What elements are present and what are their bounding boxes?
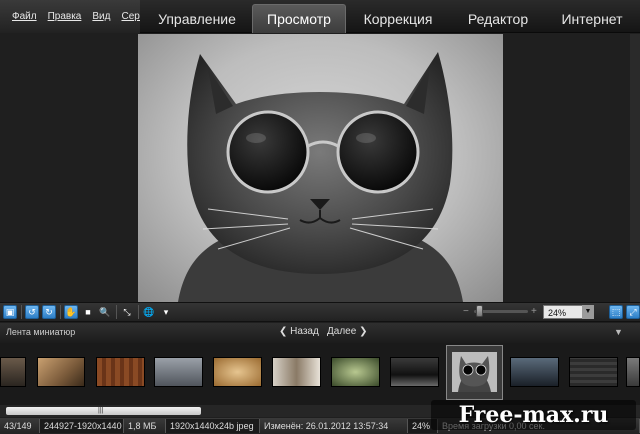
thumbnail[interactable] (154, 357, 203, 387)
thumbnail[interactable] (510, 357, 559, 387)
thumbnail[interactable] (626, 357, 640, 387)
status-filename: 244927-1920x1440 (40, 419, 124, 433)
slideshow-icon[interactable]: ▣ (3, 305, 17, 319)
collapse-icon[interactable]: ▼ (614, 327, 623, 337)
forward-label: Далее (327, 326, 357, 337)
filmstrip-title: Лента миниатюр (6, 327, 76, 337)
expand-icon[interactable]: ⤢ (626, 305, 640, 319)
scrollbar-grip-icon: ||| (98, 407, 104, 414)
filmstrip-header (0, 323, 640, 343)
thumbnail[interactable] (569, 357, 618, 387)
zoom-out-button[interactable]: − (463, 306, 469, 317)
zoom-tool-icon[interactable]: 🔍 (98, 305, 112, 319)
thumbnail[interactable] (0, 357, 26, 387)
menu-file[interactable]: Файл (12, 11, 37, 22)
forward-button[interactable]: Далее ❯ (327, 326, 367, 337)
cat-photo-art (178, 52, 463, 302)
image-viewer[interactable] (0, 34, 640, 302)
tab-view[interactable]: Просмотр (252, 4, 346, 33)
back-button[interactable]: ❮ Назад (279, 326, 319, 337)
tab-correction[interactable]: Коррекция (346, 4, 450, 33)
menu-edit[interactable]: Правка (48, 11, 82, 22)
globe-icon[interactable]: 🌐 (142, 305, 156, 319)
scrollbar-thumb[interactable] (6, 407, 201, 415)
divider (116, 305, 117, 319)
tab-editor[interactable]: Редактор (450, 4, 546, 33)
chevron-down-icon[interactable]: ▾ (159, 305, 173, 319)
zoom-in-button[interactable]: + (531, 306, 537, 317)
main-photo (138, 34, 503, 302)
tab-internet[interactable]: Интернет (546, 4, 638, 33)
thumbnail[interactable] (37, 357, 85, 387)
zoom-dropdown-icon[interactable]: ▼ (582, 305, 594, 319)
thumbnail[interactable] (272, 357, 321, 387)
cat-thumbnail-art (452, 352, 497, 392)
status-format: 1920x1440x24b jpeg (166, 419, 260, 433)
thumbnail[interactable] (96, 357, 145, 387)
watermark: Free-max.ru (431, 400, 636, 430)
menu-bar: Файл Правка Вид Серв (0, 0, 140, 33)
status-modified: Изменён: 26.01.2012 13:57:34 (260, 419, 408, 433)
divider (60, 305, 61, 319)
thumbnail[interactable] (213, 357, 262, 387)
thumbnail-selected[interactable] (446, 345, 503, 400)
fit-screen-icon[interactable]: ⤡ (120, 305, 134, 319)
mode-tabs: Управление Просмотр Коррекция Редактор И… (142, 4, 638, 33)
fullscreen-icon[interactable]: ⬚ (609, 305, 623, 319)
thumbnail[interactable] (331, 357, 380, 387)
rotate-right-icon[interactable]: ↻ (42, 305, 56, 319)
hand-tool-icon[interactable]: ✋ (64, 305, 78, 319)
top-bar: Файл Правка Вид Серв Управление Просмотр… (0, 0, 640, 33)
divider (138, 305, 139, 319)
tab-manage[interactable]: Управление (142, 4, 252, 33)
rotate-left-icon[interactable]: ↺ (25, 305, 39, 319)
zoom-slider-handle[interactable] (476, 305, 484, 317)
status-position: 43/149 (0, 419, 40, 433)
select-tool-icon[interactable]: ■ (81, 305, 95, 319)
divider (21, 305, 22, 319)
menu-service[interactable]: Серв (121, 11, 140, 22)
status-filesize: 1,8 МБ (124, 419, 166, 433)
back-label: Назад (290, 326, 319, 337)
thumbnail[interactable] (390, 357, 439, 387)
vertical-scrollbar[interactable] (630, 34, 640, 302)
menu-view[interactable]: Вид (92, 11, 110, 22)
